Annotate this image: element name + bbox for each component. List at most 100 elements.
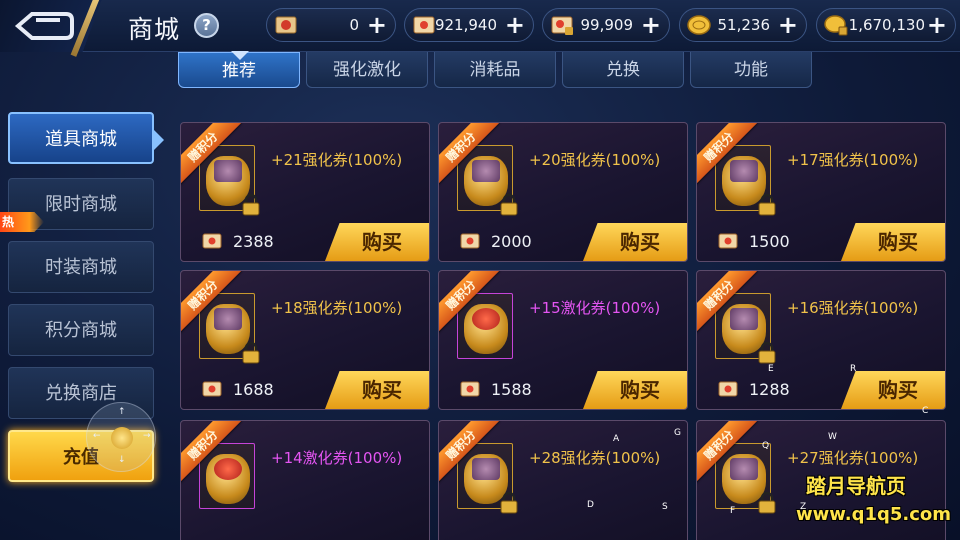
currency-locked-gold: 1,670,130 +: [816, 8, 956, 42]
tab-consumables[interactable]: 消耗品: [434, 52, 556, 88]
lock-icon: [758, 342, 776, 364]
help-icon[interactable]: ?: [194, 13, 219, 38]
item-description: +16强化券(100%): [787, 299, 919, 317]
arrow-up-icon: ↑: [118, 407, 126, 417]
product-card[interactable]: 赠积分 +15激化券(100%) 1588 购买: [438, 270, 688, 410]
lock-icon: [758, 492, 776, 514]
sidebar-item-fashion-shop[interactable]: 时装商城: [8, 241, 154, 293]
locked-gold-coin-icon: [824, 15, 848, 36]
item-price: 1588: [491, 380, 532, 399]
scroll-voucher-icon: [460, 381, 480, 397]
tab-label: 兑换: [606, 60, 640, 80]
tab-recommended[interactable]: 推荐: [178, 51, 300, 88]
arrow-right-icon: →: [143, 431, 151, 441]
sidebar-item-points-shop[interactable]: 积分商城: [8, 304, 154, 356]
tab-label: 功能: [734, 60, 768, 80]
currency-value: 1,670,130: [848, 16, 925, 34]
key-label: F: [730, 506, 736, 516]
watermark-title: 踏月导航页: [806, 474, 906, 498]
key-label: D: [587, 500, 594, 510]
buy-button[interactable]: 购买: [325, 371, 429, 409]
tab-exchange[interactable]: 兑换: [562, 52, 684, 88]
sidebar-item-item-shop[interactable]: 道具商城: [8, 112, 164, 164]
item-description: +18强化券(100%): [271, 299, 403, 317]
scroll-voucher-icon: [202, 233, 222, 249]
page-title: 商城: [128, 15, 181, 44]
buy-button[interactable]: 购买: [841, 223, 945, 261]
key-label: W: [828, 432, 837, 442]
product-card[interactable]: 赠积分 +17强化券(100%) 1500 购买: [696, 122, 946, 262]
currency-tickets: 0 +: [266, 8, 396, 42]
key-label: S: [662, 502, 668, 512]
item-description: +15激化券(100%): [529, 299, 661, 317]
add-locked-gold-button[interactable]: +: [927, 13, 947, 37]
lock-icon: [500, 492, 518, 514]
add-gold-button[interactable]: +: [778, 13, 798, 37]
item-description: +21强化券(100%): [271, 151, 403, 169]
divider-slash: [70, 0, 100, 57]
item-description: +27强化券(100%): [787, 449, 919, 467]
item-description: +28强化券(100%): [529, 449, 661, 467]
gold-coin-icon: [687, 15, 711, 35]
currency-gold: 51,236 +: [679, 8, 807, 42]
buy-button[interactable]: 购买: [583, 371, 687, 409]
key-label: G: [674, 428, 681, 438]
product-card[interactable]: 赠积分+14激化券(100%)购买: [180, 420, 430, 540]
key-label: R: [850, 364, 857, 374]
key-label: A: [613, 434, 620, 444]
currency-scroll: 921,940 +: [404, 8, 534, 42]
buy-button[interactable]: 购买: [325, 223, 429, 261]
currency-value: 99,909: [580, 16, 634, 34]
top-bar: 商城 ? 0 + 921,940 + 99,909 + 51,236 + 1,6…: [0, 0, 960, 57]
add-scroll-button[interactable]: +: [505, 13, 525, 37]
add-tickets-button[interactable]: +: [367, 13, 387, 37]
item-price: 2388: [233, 232, 274, 251]
back-button[interactable]: [0, 0, 108, 57]
arrow-down-icon: ↓: [118, 455, 126, 465]
tab-enhance[interactable]: 强化激化: [306, 52, 428, 88]
virtual-joystick[interactable]: ↑ ↓ ← →: [86, 402, 156, 472]
lock-icon: [500, 194, 518, 216]
add-locked-scroll-button[interactable]: +: [641, 13, 661, 37]
loot-bag-icon: [464, 304, 508, 354]
currency-value: 921,940: [434, 16, 497, 34]
key-label: C: [922, 406, 929, 416]
product-card[interactable]: 赠积分 +20强化券(100%) 2000 购买: [438, 122, 688, 262]
tab-label: 推荐: [222, 61, 256, 81]
scroll-voucher-icon: [413, 16, 435, 34]
lock-icon: [758, 194, 776, 216]
item-description: +14激化券(100%): [271, 449, 403, 467]
locked-scroll-icon: [551, 16, 573, 35]
buy-button[interactable]: 购买: [583, 223, 687, 261]
product-card[interactable]: 赠积分 +21强化券(100%) 2388 购买: [180, 122, 430, 262]
scroll-voucher-icon: [718, 233, 738, 249]
product-card[interactable]: 赠积分 +16强化券(100%) 1288 购买: [696, 270, 946, 410]
loot-bag-icon: [206, 454, 250, 504]
tab-functions[interactable]: 功能: [690, 52, 812, 88]
item-description: +17强化券(100%): [787, 151, 919, 169]
tab-label: 消耗品: [469, 60, 521, 80]
watermark-url: www.q1q5.com: [796, 504, 952, 525]
scroll-voucher-icon: [460, 233, 480, 249]
lock-icon: [242, 342, 260, 364]
active-tab-caret: [231, 51, 249, 60]
arrow-left-icon: ←: [93, 431, 101, 441]
item-price: 2000: [491, 232, 532, 251]
tab-label: 强化激化: [333, 60, 401, 80]
currency-value: 0: [349, 16, 359, 34]
product-card[interactable]: 赠积分+28强化券(100%)购买: [438, 420, 688, 540]
currency-locked-scroll: 99,909 +: [542, 8, 670, 42]
item-price: 1500: [749, 232, 790, 251]
key-label: Q: [762, 441, 770, 451]
ticket-heart-icon: [275, 16, 297, 34]
buy-button[interactable]: 购买: [841, 371, 945, 409]
joystick-knob[interactable]: [111, 427, 133, 449]
key-label: E: [768, 364, 774, 374]
currency-value: 51,236: [717, 16, 771, 34]
lock-icon: [242, 194, 260, 216]
item-price: 1688: [233, 380, 274, 399]
scroll-voucher-icon: [202, 381, 222, 397]
scroll-voucher-icon: [718, 381, 738, 397]
item-price: 1288: [749, 380, 790, 399]
product-card[interactable]: 赠积分 +18强化券(100%) 1688 购买: [180, 270, 430, 410]
